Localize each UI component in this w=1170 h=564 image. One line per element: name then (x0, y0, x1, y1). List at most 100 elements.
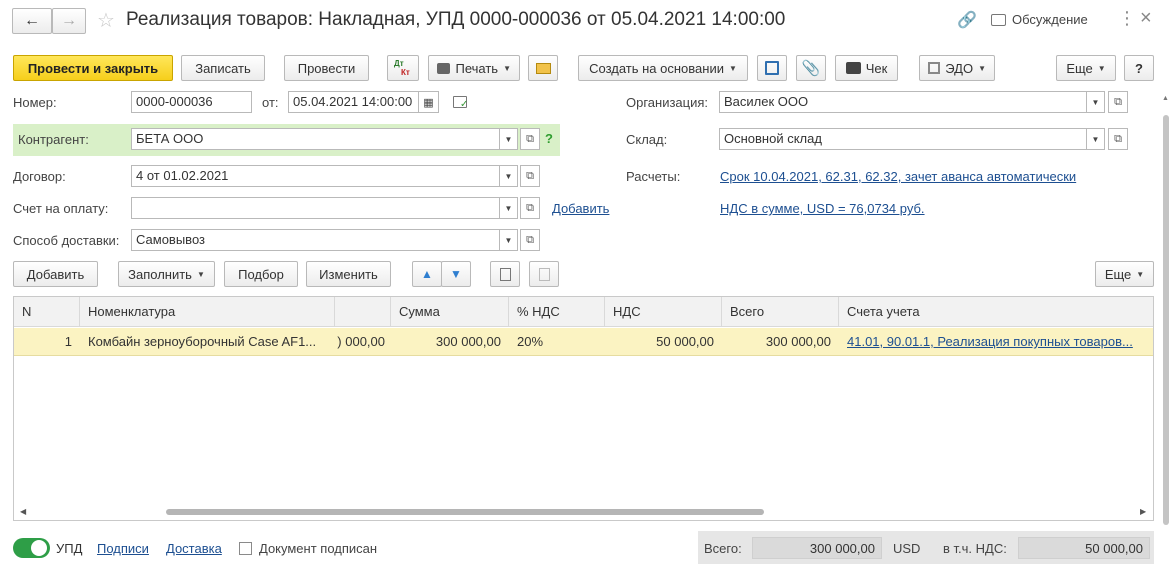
column-header-total[interactable]: Всего (722, 297, 839, 327)
delivery-method-field[interactable]: Самовывоз (131, 229, 500, 251)
post-button[interactable]: Провести (284, 55, 369, 81)
receipt-button[interactable]: Чек (835, 55, 898, 81)
column-header-accounts[interactable]: Счета учета (839, 297, 1153, 327)
counterparty-open-button[interactable]: ⧉ (520, 128, 540, 150)
column-header-price[interactable] (335, 297, 391, 327)
row-item: Комбайн зерноуборочный Case AF1... (88, 334, 317, 349)
scrollbar-thumb[interactable] (166, 509, 764, 515)
check-mark-icon: ✓ (460, 99, 469, 110)
window-menu-icon[interactable]: ⋮ (1118, 8, 1136, 29)
save-button[interactable]: Записать (181, 55, 265, 81)
invoice-dropdown[interactable]: ▼ (500, 197, 518, 219)
column-header-vat[interactable]: НДС (605, 297, 722, 327)
number-field[interactable]: 0000-000036 (131, 91, 252, 113)
table-more-button[interactable]: Еще ▼ (1095, 261, 1154, 287)
delivery-method-open-button[interactable]: ⧉ (520, 229, 540, 251)
copy-rows-button[interactable] (490, 261, 520, 287)
column-header-n[interactable]: N (14, 297, 80, 327)
scroll-right-icon[interactable]: ▶ (1140, 507, 1146, 516)
scroll-left-icon[interactable]: ◀ (20, 507, 26, 516)
settlements-link[interactable]: Срок 10.04.2021, 62.31, 62.32, зачет ава… (720, 169, 1076, 184)
dt-kt-button[interactable]: Дт Кт (387, 55, 419, 81)
column-header-vat-rate[interactable]: % НДС (509, 297, 605, 327)
contract-dropdown[interactable]: ▼ (500, 165, 518, 187)
printer-icon (437, 62, 451, 74)
envelope-icon (535, 62, 551, 74)
table-fill-button[interactable]: Заполнить ▼ (118, 261, 215, 287)
row-accounts-link[interactable]: 41.01, 90.01.1, Реализация покупных това… (839, 328, 1153, 356)
move-down-button[interactable]: ▼ (441, 261, 471, 287)
attach-button[interactable]: 📎 (796, 55, 826, 81)
post-and-close-button[interactable]: Провести и закрыть (13, 55, 173, 81)
organization-open-button[interactable]: ⧉ (1108, 91, 1128, 113)
table-add-button[interactable]: Добавить (13, 261, 98, 287)
delivery-link[interactable]: Доставка (166, 541, 222, 556)
help-button[interactable]: ? (1124, 55, 1154, 81)
chevron-down-icon: ▼ (728, 63, 737, 73)
arrow-right-icon: → (61, 12, 77, 29)
settlements-label: Расчеты: (626, 169, 681, 184)
organization-dropdown[interactable]: ▼ (1087, 91, 1105, 113)
scroll-up-icon[interactable]: ▲ (1162, 95, 1169, 102)
print-button[interactable]: Печать ▼ (428, 55, 520, 81)
counterparty-help-icon[interactable]: ? (545, 131, 553, 146)
create-based-on-button[interactable]: Создать на основании ▼ (578, 55, 748, 81)
row-price: ) 000,00 (337, 334, 385, 349)
document-signed-checkbox[interactable] (239, 542, 252, 555)
move-up-button[interactable]: ▲ (412, 261, 442, 287)
favorite-star-icon[interactable]: ☆ (97, 8, 115, 33)
back-button[interactable]: ← (12, 8, 52, 34)
counterparty-field[interactable]: БЕТА ООО (131, 128, 500, 150)
email-button[interactable] (528, 55, 558, 81)
arrow-down-icon: ▼ (450, 267, 462, 281)
date-field[interactable]: 05.04.2021 14:00:00 (288, 91, 419, 113)
invoice-field[interactable] (131, 197, 500, 219)
paste-rows-button[interactable] (529, 261, 559, 287)
edo-button[interactable]: ЭДО ▼ (919, 55, 995, 81)
invoice-open-button[interactable]: ⧉ (520, 197, 540, 219)
chevron-down-icon: ▼ (1097, 63, 1106, 73)
copy-icon (499, 267, 511, 281)
open-form-icon: ⧉ (526, 169, 534, 182)
counterparty-dropdown[interactable]: ▼ (500, 128, 518, 150)
row-total: 300 000,00 (765, 334, 831, 349)
signatures-link[interactable]: Подписи (97, 541, 149, 556)
discussion-label: Обсуждение (1012, 12, 1088, 27)
discussion-button[interactable]: Обсуждение (991, 12, 1088, 27)
table-select-button[interactable]: Подбор (224, 261, 298, 287)
vat-amount-link[interactable]: НДС в сумме, USD = 76,0734 руб. (720, 201, 925, 216)
number-label: Номер: (13, 95, 57, 110)
warehouse-field[interactable]: Основной склад (719, 128, 1087, 150)
upd-label: УПД (56, 541, 83, 556)
paste-icon (538, 267, 550, 281)
calendar-button[interactable]: ▦ (419, 91, 439, 113)
horizontal-scrollbar[interactable]: ◀ ▶ (14, 505, 1153, 519)
dt-kt-icon: Дт Кт (394, 59, 410, 77)
page-scrollbar[interactable]: ▲ (1162, 95, 1170, 535)
delivery-method-dropdown[interactable]: ▼ (500, 229, 518, 251)
table-change-button[interactable]: Изменить (306, 261, 391, 287)
open-form-icon: ⧉ (1114, 95, 1122, 108)
invoice-add-link[interactable]: Добавить (552, 201, 609, 216)
link-icon[interactable]: 🔗 (957, 10, 977, 30)
page-scrollbar-thumb[interactable] (1163, 115, 1169, 525)
contract-label: Договор: (13, 169, 66, 184)
chevron-down-icon: ▼ (978, 63, 986, 73)
warehouse-dropdown[interactable]: ▼ (1087, 128, 1105, 150)
organization-field[interactable]: Василек ООО (719, 91, 1087, 113)
upd-toggle[interactable] (13, 538, 50, 558)
column-header-sum[interactable]: Сумма (391, 297, 509, 327)
contract-open-button[interactable]: ⧉ (520, 165, 540, 187)
warehouse-open-button[interactable]: ⧉ (1108, 128, 1128, 150)
invoice-label: Счет на оплату: (13, 201, 109, 216)
page-title: Реализация товаров: Накладная, УПД 0000-… (126, 9, 786, 30)
close-icon[interactable]: × (1140, 7, 1152, 30)
document-status-icon[interactable]: ✓ (453, 96, 469, 110)
vat-total-value: 50 000,00 (1018, 537, 1150, 559)
forward-button[interactable]: → (52, 8, 86, 34)
warehouse-label: Склад: (626, 132, 668, 147)
contract-field[interactable]: 4 от 01.02.2021 (131, 165, 500, 187)
column-header-item[interactable]: Номенклатура (80, 297, 335, 327)
structure-button[interactable] (757, 55, 787, 81)
more-button[interactable]: Еще ▼ (1056, 55, 1116, 81)
